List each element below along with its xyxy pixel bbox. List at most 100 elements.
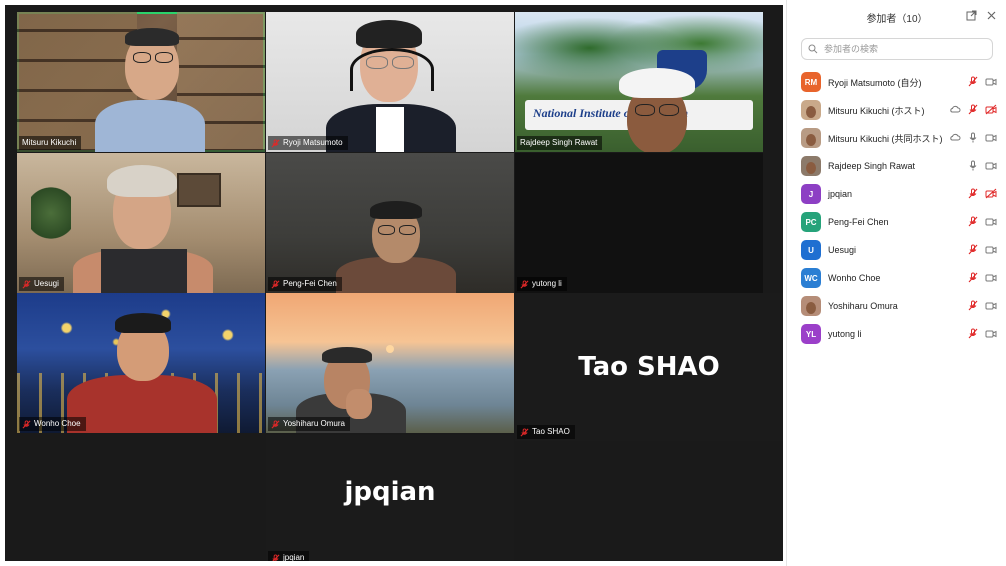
participant-row[interactable]: PC Peng-Fei Chen <box>787 208 1006 236</box>
mic-icon[interactable] <box>967 160 979 171</box>
participant-name-tag: Tao SHAO <box>517 425 575 439</box>
participant-name: Rajdeep Singh Rawat <box>520 138 598 147</box>
participant-status-icons <box>967 160 997 171</box>
mic-muted-icon[interactable] <box>967 104 979 115</box>
search-input[interactable] <box>822 43 976 55</box>
mic-muted-icon[interactable] <box>967 300 979 311</box>
video-icon[interactable] <box>985 216 997 227</box>
video-tile[interactable]: Ryoji Matsumoto <box>266 12 514 152</box>
mic-muted-icon[interactable] <box>967 76 979 87</box>
participant-name: Mitsuru Kikuchi (共同ホスト) <box>828 133 943 144</box>
participant-status-icons <box>949 132 997 143</box>
participant-status-icons <box>967 76 997 87</box>
video-icon[interactable] <box>985 76 997 87</box>
mic-muted-icon[interactable] <box>967 272 979 283</box>
video-tile[interactable]: Wonho Choe <box>17 293 265 433</box>
mic-muted-icon <box>520 427 529 436</box>
avatar: YL <box>801 324 821 344</box>
video-tile[interactable]: jpqian jpqian <box>266 435 514 561</box>
mic-muted-icon <box>271 279 280 288</box>
participant-row[interactable]: Rajdeep Singh Rawat <box>787 152 1006 180</box>
participant-name: jpqian <box>283 553 305 561</box>
participant-row[interactable]: RM Ryoji Matsumoto (自分) <box>787 68 1006 96</box>
video-tile[interactable]: Uesugi <box>17 153 265 293</box>
participant-name: jpqian <box>828 189 853 199</box>
mic-muted-icon <box>271 553 280 561</box>
participant-row[interactable]: Mitsuru Kikuchi (ホスト) <box>787 96 1006 124</box>
cloud-recording-icon <box>950 133 961 141</box>
participant-name-tag: Peng-Fei Chen <box>268 277 342 291</box>
video-icon[interactable] <box>985 328 997 339</box>
pop-out-icon[interactable] <box>966 10 977 21</box>
participant-name: Uesugi <box>828 245 857 255</box>
video-icon[interactable] <box>985 272 997 283</box>
wall-decor <box>177 173 221 207</box>
mic-muted-icon <box>22 279 31 288</box>
mic-muted-icon[interactable] <box>967 328 979 339</box>
search-icon <box>808 44 818 54</box>
video-tile[interactable]: National Institute of Education Rajdeep … <box>515 12 763 152</box>
participant-status-icons <box>967 188 997 199</box>
avatar: U <box>801 240 821 260</box>
participant-row[interactable]: WC Wonho Choe <box>787 264 1006 292</box>
participant-name-tag: Ryoji Matsumoto <box>268 136 348 150</box>
participant-name: Ryoji Matsumoto <box>283 138 343 147</box>
participant-name: Yoshiharu Omura <box>828 301 898 311</box>
participant-name-tag: Mitsuru Kikuchi <box>19 136 82 150</box>
participant-row[interactable]: YL yutong li <box>787 320 1006 348</box>
participant-search[interactable] <box>801 38 993 60</box>
participant-name: Tao SHAO <box>532 427 570 436</box>
video-tile[interactable]: Mitsuru Kikuchi <box>17 12 265 152</box>
plant <box>31 183 71 243</box>
participant-name: Peng-Fei Chen <box>283 279 337 288</box>
video-icon[interactable] <box>985 300 997 311</box>
video-icon[interactable] <box>985 132 997 143</box>
mic-muted-icon <box>520 279 529 288</box>
mic-muted-icon[interactable] <box>967 188 979 199</box>
mic-muted-icon <box>22 419 31 428</box>
participant-name: Peng-Fei Chen <box>828 217 889 227</box>
avatar: PC <box>801 212 821 232</box>
participant-row[interactable]: Jjpqian <box>787 180 1006 208</box>
participant-status-icons <box>967 300 997 311</box>
mic-muted-icon[interactable] <box>967 244 979 255</box>
avatar: WC <box>801 268 821 288</box>
video-tile[interactable]: Peng-Fei Chen <box>266 153 514 293</box>
video-off-icon[interactable] <box>985 104 997 115</box>
participant-name: Yoshiharu Omura <box>283 419 345 428</box>
cloud-recording-icon <box>950 105 961 113</box>
participant-status-icons <box>967 272 997 283</box>
participant-row[interactable]: Mitsuru Kikuchi (共同ホスト) <box>787 124 1006 152</box>
video-off-icon[interactable] <box>985 188 997 199</box>
mic-icon[interactable] <box>967 132 979 143</box>
participant-name: Rajdeep Singh Rawat <box>828 161 916 171</box>
participant-name: yutong li <box>532 279 562 288</box>
video-tile[interactable]: Yoshiharu Omura <box>266 293 514 433</box>
participant-status-icons <box>967 328 997 339</box>
participant-status-icons <box>967 216 997 227</box>
participant-list: RM Ryoji Matsumoto (自分) Mitsuru Kikuchi (ホ… <box>787 68 1006 348</box>
participant-name-tag: Wonho Choe <box>19 417 86 431</box>
avatar: J <box>801 184 821 204</box>
avatar <box>801 100 821 120</box>
participant-name-tag: Rajdeep Singh Rawat <box>517 136 603 150</box>
close-icon[interactable] <box>986 10 997 21</box>
participant-name: Mitsuru Kikuchi <box>22 138 77 147</box>
participant-row[interactable]: U Uesugi <box>787 236 1006 264</box>
video-icon[interactable] <box>985 244 997 255</box>
participant-name: yutong li <box>828 329 862 339</box>
video-icon[interactable] <box>985 160 997 171</box>
participant-display-name: Tao SHAO <box>578 352 720 382</box>
mic-muted-icon[interactable] <box>967 216 979 227</box>
sunset-sun <box>386 345 394 353</box>
participant-name-tag: yutong li <box>517 277 567 291</box>
avatar: RM <box>801 72 821 92</box>
participant-row[interactable]: Yoshiharu Omura <box>787 292 1006 320</box>
participant-name: Uesugi <box>34 279 59 288</box>
participant-status-icons <box>949 104 997 115</box>
video-tile[interactable]: yutong li <box>515 153 763 293</box>
panel-title: 参加者（10） <box>866 13 928 25</box>
participants-panel: 参加者（10） RM Ryoji Matsumoto (自分) Mitsuru Ki… <box>786 0 1006 566</box>
video-tile[interactable]: Tao SHAO Tao SHAO <box>515 293 783 441</box>
mic-muted-icon <box>271 419 280 428</box>
